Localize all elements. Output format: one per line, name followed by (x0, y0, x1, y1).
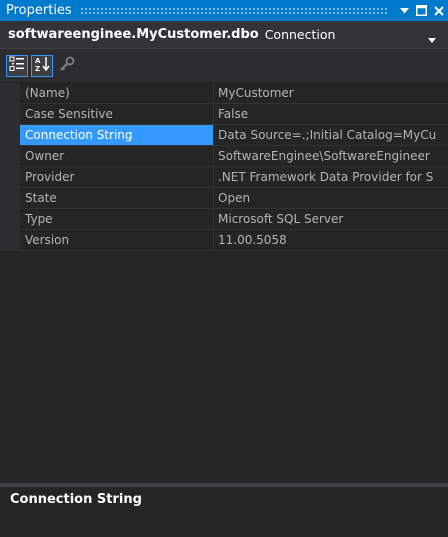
property-name: Case Sensitive (20, 104, 214, 125)
close-icon[interactable] (431, 3, 446, 18)
chevron-down-icon[interactable] (428, 32, 436, 46)
property-value[interactable]: Microsoft SQL Server (214, 209, 448, 230)
svg-text:Z: Z (35, 65, 40, 72)
property-value[interactable]: False (214, 104, 448, 125)
property-pages-button[interactable] (56, 55, 78, 77)
property-value[interactable]: SoftwareEnginee\SoftwareEngineer (214, 146, 448, 167)
property-name: Owner (20, 146, 214, 167)
object-selector[interactable]: softwareenginee.MyCustomer.dbo Connectio… (0, 21, 448, 49)
properties-toolbar: A Z (0, 49, 448, 82)
maximize-icon[interactable] (414, 3, 429, 18)
property-row-case-sensitive[interactable]: Case Sensitive False (0, 104, 448, 125)
object-type: Connection (264, 27, 336, 42)
property-grid: (Name) MyCustomer Case Sensitive False C… (0, 83, 448, 483)
property-row-version[interactable]: Version 11.00.5058 (0, 230, 448, 251)
property-row-name[interactable]: (Name) MyCustomer (0, 83, 448, 104)
categorized-button[interactable] (6, 54, 28, 77)
property-value[interactable]: Data Source=.;Initial Catalog=MyCu (214, 125, 448, 146)
property-pages-icon (59, 56, 75, 75)
property-row-owner[interactable]: Owner SoftwareEnginee\SoftwareEngineer (0, 146, 448, 167)
window-position-dropdown-icon[interactable] (397, 3, 412, 18)
property-name: Version (20, 230, 214, 251)
window-title: Properties (6, 3, 72, 18)
property-value[interactable]: 11.00.5058 (214, 230, 448, 251)
description-pane: Connection String (0, 487, 448, 537)
drag-grip[interactable] (79, 7, 387, 14)
alphabetical-sort-icon: A Z (34, 56, 50, 75)
svg-text:A: A (35, 57, 41, 65)
properties-window: Properties softwareenginee.MyCustomer.db… (0, 0, 448, 537)
alphabetical-button[interactable]: A Z (31, 54, 53, 77)
property-value[interactable]: MyCustomer (214, 83, 448, 104)
property-name: State (20, 188, 214, 209)
property-row-connection-string[interactable]: Connection String Data Source=.;Initial … (0, 125, 448, 146)
property-name: (Name) (20, 83, 214, 104)
property-value[interactable]: .NET Framework Data Provider for S (214, 167, 448, 188)
property-row-state[interactable]: State Open (0, 188, 448, 209)
property-row-provider[interactable]: Provider .NET Framework Data Provider fo… (0, 167, 448, 188)
property-name: Connection String (20, 125, 214, 146)
property-name: Type (20, 209, 214, 230)
property-row-type[interactable]: Type Microsoft SQL Server (0, 209, 448, 230)
property-value[interactable]: Open (214, 188, 448, 209)
description-title: Connection String (10, 492, 142, 507)
property-name: Provider (20, 167, 214, 188)
object-name: softwareenginee.MyCustomer.dbo (8, 27, 259, 42)
categorized-icon (9, 56, 25, 75)
title-bar[interactable]: Properties (0, 0, 448, 21)
